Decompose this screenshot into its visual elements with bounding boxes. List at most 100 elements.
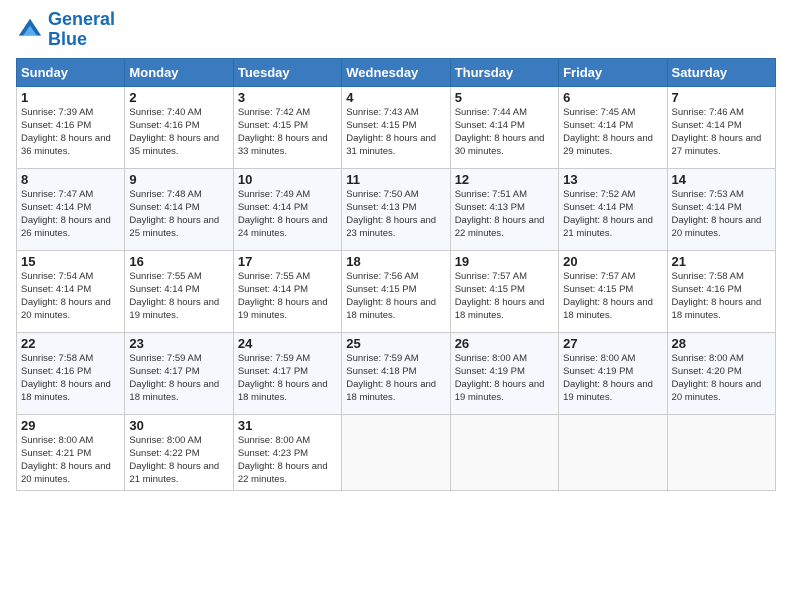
day-number: 16 bbox=[129, 254, 228, 269]
day-number: 17 bbox=[238, 254, 337, 269]
day-info: Sunrise: 8:00 AMSunset: 4:19 PMDaylight:… bbox=[455, 352, 554, 405]
day-info: Sunrise: 7:39 AMSunset: 4:16 PMDaylight:… bbox=[21, 106, 120, 159]
day-number: 1 bbox=[21, 90, 120, 105]
day-info: Sunrise: 8:00 AMSunset: 4:19 PMDaylight:… bbox=[563, 352, 662, 405]
calendar-cell: 15Sunrise: 7:54 AMSunset: 4:14 PMDayligh… bbox=[17, 250, 125, 332]
day-number: 30 bbox=[129, 418, 228, 433]
calendar-cell: 31Sunrise: 8:00 AMSunset: 4:23 PMDayligh… bbox=[233, 414, 341, 490]
day-number: 25 bbox=[346, 336, 445, 351]
calendar-cell: 2Sunrise: 7:40 AMSunset: 4:16 PMDaylight… bbox=[125, 86, 233, 168]
calendar-cell: 8Sunrise: 7:47 AMSunset: 4:14 PMDaylight… bbox=[17, 168, 125, 250]
header: General Blue bbox=[16, 10, 776, 50]
calendar-week-2: 8Sunrise: 7:47 AMSunset: 4:14 PMDaylight… bbox=[17, 168, 776, 250]
calendar-table: SundayMondayTuesdayWednesdayThursdayFrid… bbox=[16, 58, 776, 491]
day-number: 26 bbox=[455, 336, 554, 351]
day-info: Sunrise: 7:42 AMSunset: 4:15 PMDaylight:… bbox=[238, 106, 337, 159]
day-number: 23 bbox=[129, 336, 228, 351]
day-info: Sunrise: 8:00 AMSunset: 4:23 PMDaylight:… bbox=[238, 434, 337, 487]
day-number: 19 bbox=[455, 254, 554, 269]
day-info: Sunrise: 7:49 AMSunset: 4:14 PMDaylight:… bbox=[238, 188, 337, 241]
calendar-cell: 24Sunrise: 7:59 AMSunset: 4:17 PMDayligh… bbox=[233, 332, 341, 414]
weekday-header-saturday: Saturday bbox=[667, 58, 775, 86]
calendar-cell bbox=[559, 414, 667, 490]
calendar-cell: 14Sunrise: 7:53 AMSunset: 4:14 PMDayligh… bbox=[667, 168, 775, 250]
weekday-header-thursday: Thursday bbox=[450, 58, 558, 86]
calendar-cell: 7Sunrise: 7:46 AMSunset: 4:14 PMDaylight… bbox=[667, 86, 775, 168]
calendar-cell: 23Sunrise: 7:59 AMSunset: 4:17 PMDayligh… bbox=[125, 332, 233, 414]
calendar-cell: 10Sunrise: 7:49 AMSunset: 4:14 PMDayligh… bbox=[233, 168, 341, 250]
day-number: 24 bbox=[238, 336, 337, 351]
calendar-week-3: 15Sunrise: 7:54 AMSunset: 4:14 PMDayligh… bbox=[17, 250, 776, 332]
day-number: 28 bbox=[672, 336, 771, 351]
day-info: Sunrise: 7:45 AMSunset: 4:14 PMDaylight:… bbox=[563, 106, 662, 159]
day-info: Sunrise: 7:55 AMSunset: 4:14 PMDaylight:… bbox=[238, 270, 337, 323]
calendar-cell: 27Sunrise: 8:00 AMSunset: 4:19 PMDayligh… bbox=[559, 332, 667, 414]
calendar-cell: 5Sunrise: 7:44 AMSunset: 4:14 PMDaylight… bbox=[450, 86, 558, 168]
day-number: 31 bbox=[238, 418, 337, 433]
day-info: Sunrise: 7:44 AMSunset: 4:14 PMDaylight:… bbox=[455, 106, 554, 159]
weekday-header-row: SundayMondayTuesdayWednesdayThursdayFrid… bbox=[17, 58, 776, 86]
weekday-header-friday: Friday bbox=[559, 58, 667, 86]
calendar-week-5: 29Sunrise: 8:00 AMSunset: 4:21 PMDayligh… bbox=[17, 414, 776, 490]
calendar-cell: 13Sunrise: 7:52 AMSunset: 4:14 PMDayligh… bbox=[559, 168, 667, 250]
day-info: Sunrise: 7:57 AMSunset: 4:15 PMDaylight:… bbox=[563, 270, 662, 323]
day-number: 14 bbox=[672, 172, 771, 187]
day-number: 27 bbox=[563, 336, 662, 351]
day-number: 10 bbox=[238, 172, 337, 187]
day-number: 11 bbox=[346, 172, 445, 187]
day-number: 21 bbox=[672, 254, 771, 269]
calendar-cell bbox=[667, 414, 775, 490]
day-info: Sunrise: 7:54 AMSunset: 4:14 PMDaylight:… bbox=[21, 270, 120, 323]
calendar-cell: 28Sunrise: 8:00 AMSunset: 4:20 PMDayligh… bbox=[667, 332, 775, 414]
calendar-week-4: 22Sunrise: 7:58 AMSunset: 4:16 PMDayligh… bbox=[17, 332, 776, 414]
calendar-cell: 4Sunrise: 7:43 AMSunset: 4:15 PMDaylight… bbox=[342, 86, 450, 168]
day-info: Sunrise: 7:46 AMSunset: 4:14 PMDaylight:… bbox=[672, 106, 771, 159]
day-number: 20 bbox=[563, 254, 662, 269]
day-number: 3 bbox=[238, 90, 337, 105]
calendar-week-1: 1Sunrise: 7:39 AMSunset: 4:16 PMDaylight… bbox=[17, 86, 776, 168]
logo: General Blue bbox=[16, 10, 115, 50]
day-number: 18 bbox=[346, 254, 445, 269]
page-container: General Blue SundayMondayTuesdayWednesda… bbox=[0, 0, 792, 497]
calendar-cell bbox=[450, 414, 558, 490]
calendar-cell: 3Sunrise: 7:42 AMSunset: 4:15 PMDaylight… bbox=[233, 86, 341, 168]
day-info: Sunrise: 7:52 AMSunset: 4:14 PMDaylight:… bbox=[563, 188, 662, 241]
day-number: 8 bbox=[21, 172, 120, 187]
day-info: Sunrise: 7:56 AMSunset: 4:15 PMDaylight:… bbox=[346, 270, 445, 323]
day-info: Sunrise: 7:59 AMSunset: 4:17 PMDaylight:… bbox=[129, 352, 228, 405]
calendar-cell: 25Sunrise: 7:59 AMSunset: 4:18 PMDayligh… bbox=[342, 332, 450, 414]
day-number: 4 bbox=[346, 90, 445, 105]
weekday-header-monday: Monday bbox=[125, 58, 233, 86]
day-info: Sunrise: 7:40 AMSunset: 4:16 PMDaylight:… bbox=[129, 106, 228, 159]
calendar-cell: 21Sunrise: 7:58 AMSunset: 4:16 PMDayligh… bbox=[667, 250, 775, 332]
day-number: 13 bbox=[563, 172, 662, 187]
day-number: 29 bbox=[21, 418, 120, 433]
day-info: Sunrise: 7:58 AMSunset: 4:16 PMDaylight:… bbox=[21, 352, 120, 405]
day-number: 7 bbox=[672, 90, 771, 105]
day-number: 5 bbox=[455, 90, 554, 105]
logo-icon bbox=[16, 16, 44, 44]
day-info: Sunrise: 7:58 AMSunset: 4:16 PMDaylight:… bbox=[672, 270, 771, 323]
weekday-header-tuesday: Tuesday bbox=[233, 58, 341, 86]
day-number: 9 bbox=[129, 172, 228, 187]
day-info: Sunrise: 7:48 AMSunset: 4:14 PMDaylight:… bbox=[129, 188, 228, 241]
day-info: Sunrise: 7:53 AMSunset: 4:14 PMDaylight:… bbox=[672, 188, 771, 241]
calendar-cell: 1Sunrise: 7:39 AMSunset: 4:16 PMDaylight… bbox=[17, 86, 125, 168]
day-info: Sunrise: 8:00 AMSunset: 4:21 PMDaylight:… bbox=[21, 434, 120, 487]
day-info: Sunrise: 7:59 AMSunset: 4:17 PMDaylight:… bbox=[238, 352, 337, 405]
calendar-cell: 29Sunrise: 8:00 AMSunset: 4:21 PMDayligh… bbox=[17, 414, 125, 490]
day-info: Sunrise: 7:55 AMSunset: 4:14 PMDaylight:… bbox=[129, 270, 228, 323]
day-number: 6 bbox=[563, 90, 662, 105]
day-info: Sunrise: 7:47 AMSunset: 4:14 PMDaylight:… bbox=[21, 188, 120, 241]
calendar-cell: 30Sunrise: 8:00 AMSunset: 4:22 PMDayligh… bbox=[125, 414, 233, 490]
day-number: 2 bbox=[129, 90, 228, 105]
day-info: Sunrise: 7:59 AMSunset: 4:18 PMDaylight:… bbox=[346, 352, 445, 405]
weekday-header-wednesday: Wednesday bbox=[342, 58, 450, 86]
calendar-cell: 20Sunrise: 7:57 AMSunset: 4:15 PMDayligh… bbox=[559, 250, 667, 332]
calendar-cell: 17Sunrise: 7:55 AMSunset: 4:14 PMDayligh… bbox=[233, 250, 341, 332]
calendar-cell: 6Sunrise: 7:45 AMSunset: 4:14 PMDaylight… bbox=[559, 86, 667, 168]
calendar-cell: 16Sunrise: 7:55 AMSunset: 4:14 PMDayligh… bbox=[125, 250, 233, 332]
calendar-cell bbox=[342, 414, 450, 490]
calendar-cell: 22Sunrise: 7:58 AMSunset: 4:16 PMDayligh… bbox=[17, 332, 125, 414]
calendar-cell: 26Sunrise: 8:00 AMSunset: 4:19 PMDayligh… bbox=[450, 332, 558, 414]
